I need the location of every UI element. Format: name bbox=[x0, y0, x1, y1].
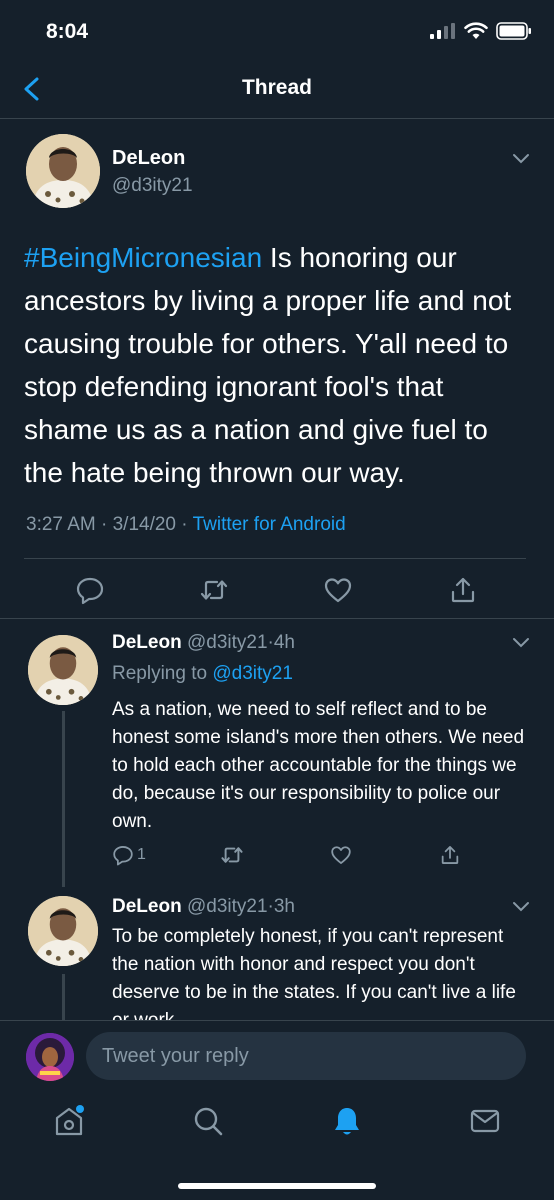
compose-bar: Tweet your reply bbox=[0, 1020, 554, 1090]
author-name[interactable]: DeLeon bbox=[112, 896, 182, 917]
chevron-down-icon[interactable] bbox=[512, 901, 530, 913]
retweet-button[interactable] bbox=[220, 843, 244, 867]
notifications-bell-icon[interactable] bbox=[330, 1104, 364, 1138]
author-handle[interactable]: @d3ity21 bbox=[112, 175, 193, 197]
navigation-bar: Thread bbox=[0, 64, 554, 119]
status-time: 8:04 bbox=[46, 20, 89, 43]
status-bar: 8:04 bbox=[0, 0, 554, 64]
reply-text: As a nation, we need to self reflect and… bbox=[112, 699, 525, 832]
meta-separator: · bbox=[95, 514, 113, 535]
meta-separator: · bbox=[176, 514, 193, 535]
page-title: Thread bbox=[241, 76, 312, 99]
like-heart-icon[interactable] bbox=[323, 575, 353, 605]
author-name[interactable]: DeLeon bbox=[112, 147, 185, 170]
share-icon[interactable] bbox=[448, 575, 478, 605]
home-indicator bbox=[178, 1183, 376, 1189]
battery-icon bbox=[496, 22, 531, 40]
hashtag-link[interactable]: #BeingMicronesian bbox=[24, 242, 262, 273]
reply-count: 1 bbox=[137, 846, 146, 863]
reply-icon[interactable] bbox=[75, 575, 105, 605]
share-button[interactable] bbox=[439, 843, 461, 867]
tweet-text: #BeingMicronesian Is honoring our ancest… bbox=[24, 236, 534, 494]
cellular-signal-icon bbox=[430, 23, 455, 39]
reply-tweet[interactable]: DeLeon @d3ity21·3h To be completely hone… bbox=[0, 884, 554, 1020]
reply-header: DeLeon @d3ity21·4h bbox=[112, 632, 295, 654]
divider bbox=[0, 618, 554, 619]
search-icon[interactable] bbox=[191, 1104, 225, 1138]
retweet-icon[interactable] bbox=[199, 575, 229, 605]
like-heart-icon bbox=[331, 846, 351, 864]
mention-link[interactable]: @d3ity21 bbox=[212, 663, 293, 684]
replying-to: Replying to @d3ity21 bbox=[112, 663, 293, 685]
tweet-body-text: Is honoring our ancestors by living a pr… bbox=[24, 242, 512, 488]
tweet-age: 3h bbox=[273, 896, 295, 917]
tweet-source-link[interactable]: Twitter for Android bbox=[193, 514, 346, 535]
author-handle[interactable]: @d3ity21 bbox=[187, 632, 268, 653]
messages-envelope-icon[interactable] bbox=[468, 1104, 502, 1138]
divider bbox=[24, 558, 526, 559]
retweet-icon bbox=[221, 847, 243, 863]
like-button[interactable] bbox=[330, 843, 352, 867]
status-icons bbox=[430, 22, 532, 40]
replying-to-label: Replying to bbox=[112, 663, 213, 684]
reply-input[interactable]: Tweet your reply bbox=[86, 1032, 526, 1080]
home-icon[interactable] bbox=[52, 1104, 86, 1138]
thread-line bbox=[62, 974, 65, 1020]
user-avatar[interactable] bbox=[26, 1033, 74, 1081]
author-name[interactable]: DeLeon bbox=[112, 632, 182, 653]
reply-icon bbox=[113, 846, 133, 866]
chevron-down-icon[interactable] bbox=[512, 637, 530, 649]
reply-text: To be completely honest, if you can't re… bbox=[112, 926, 516, 1020]
avatar[interactable] bbox=[26, 134, 100, 208]
tweet-actions bbox=[0, 575, 554, 611]
share-icon bbox=[441, 846, 459, 864]
author-handle[interactable]: @d3ity21 bbox=[187, 896, 268, 917]
avatar[interactable] bbox=[28, 635, 98, 705]
tweet-time: 3:27 AM bbox=[26, 514, 96, 535]
tweet-metadata: 3:27 AM · 3/14/20 · Twitter for Android bbox=[26, 514, 346, 536]
avatar[interactable] bbox=[28, 896, 98, 966]
tweet-date: 3/14/20 bbox=[112, 514, 177, 535]
reply-actions: 1 bbox=[0, 843, 554, 869]
tweet-age: 4h bbox=[273, 632, 295, 653]
reply-button[interactable]: 1 bbox=[112, 843, 146, 867]
chevron-down-icon[interactable] bbox=[512, 153, 530, 165]
reply-header: DeLeon @d3ity21·3h bbox=[112, 896, 295, 918]
wifi-icon bbox=[464, 22, 488, 39]
